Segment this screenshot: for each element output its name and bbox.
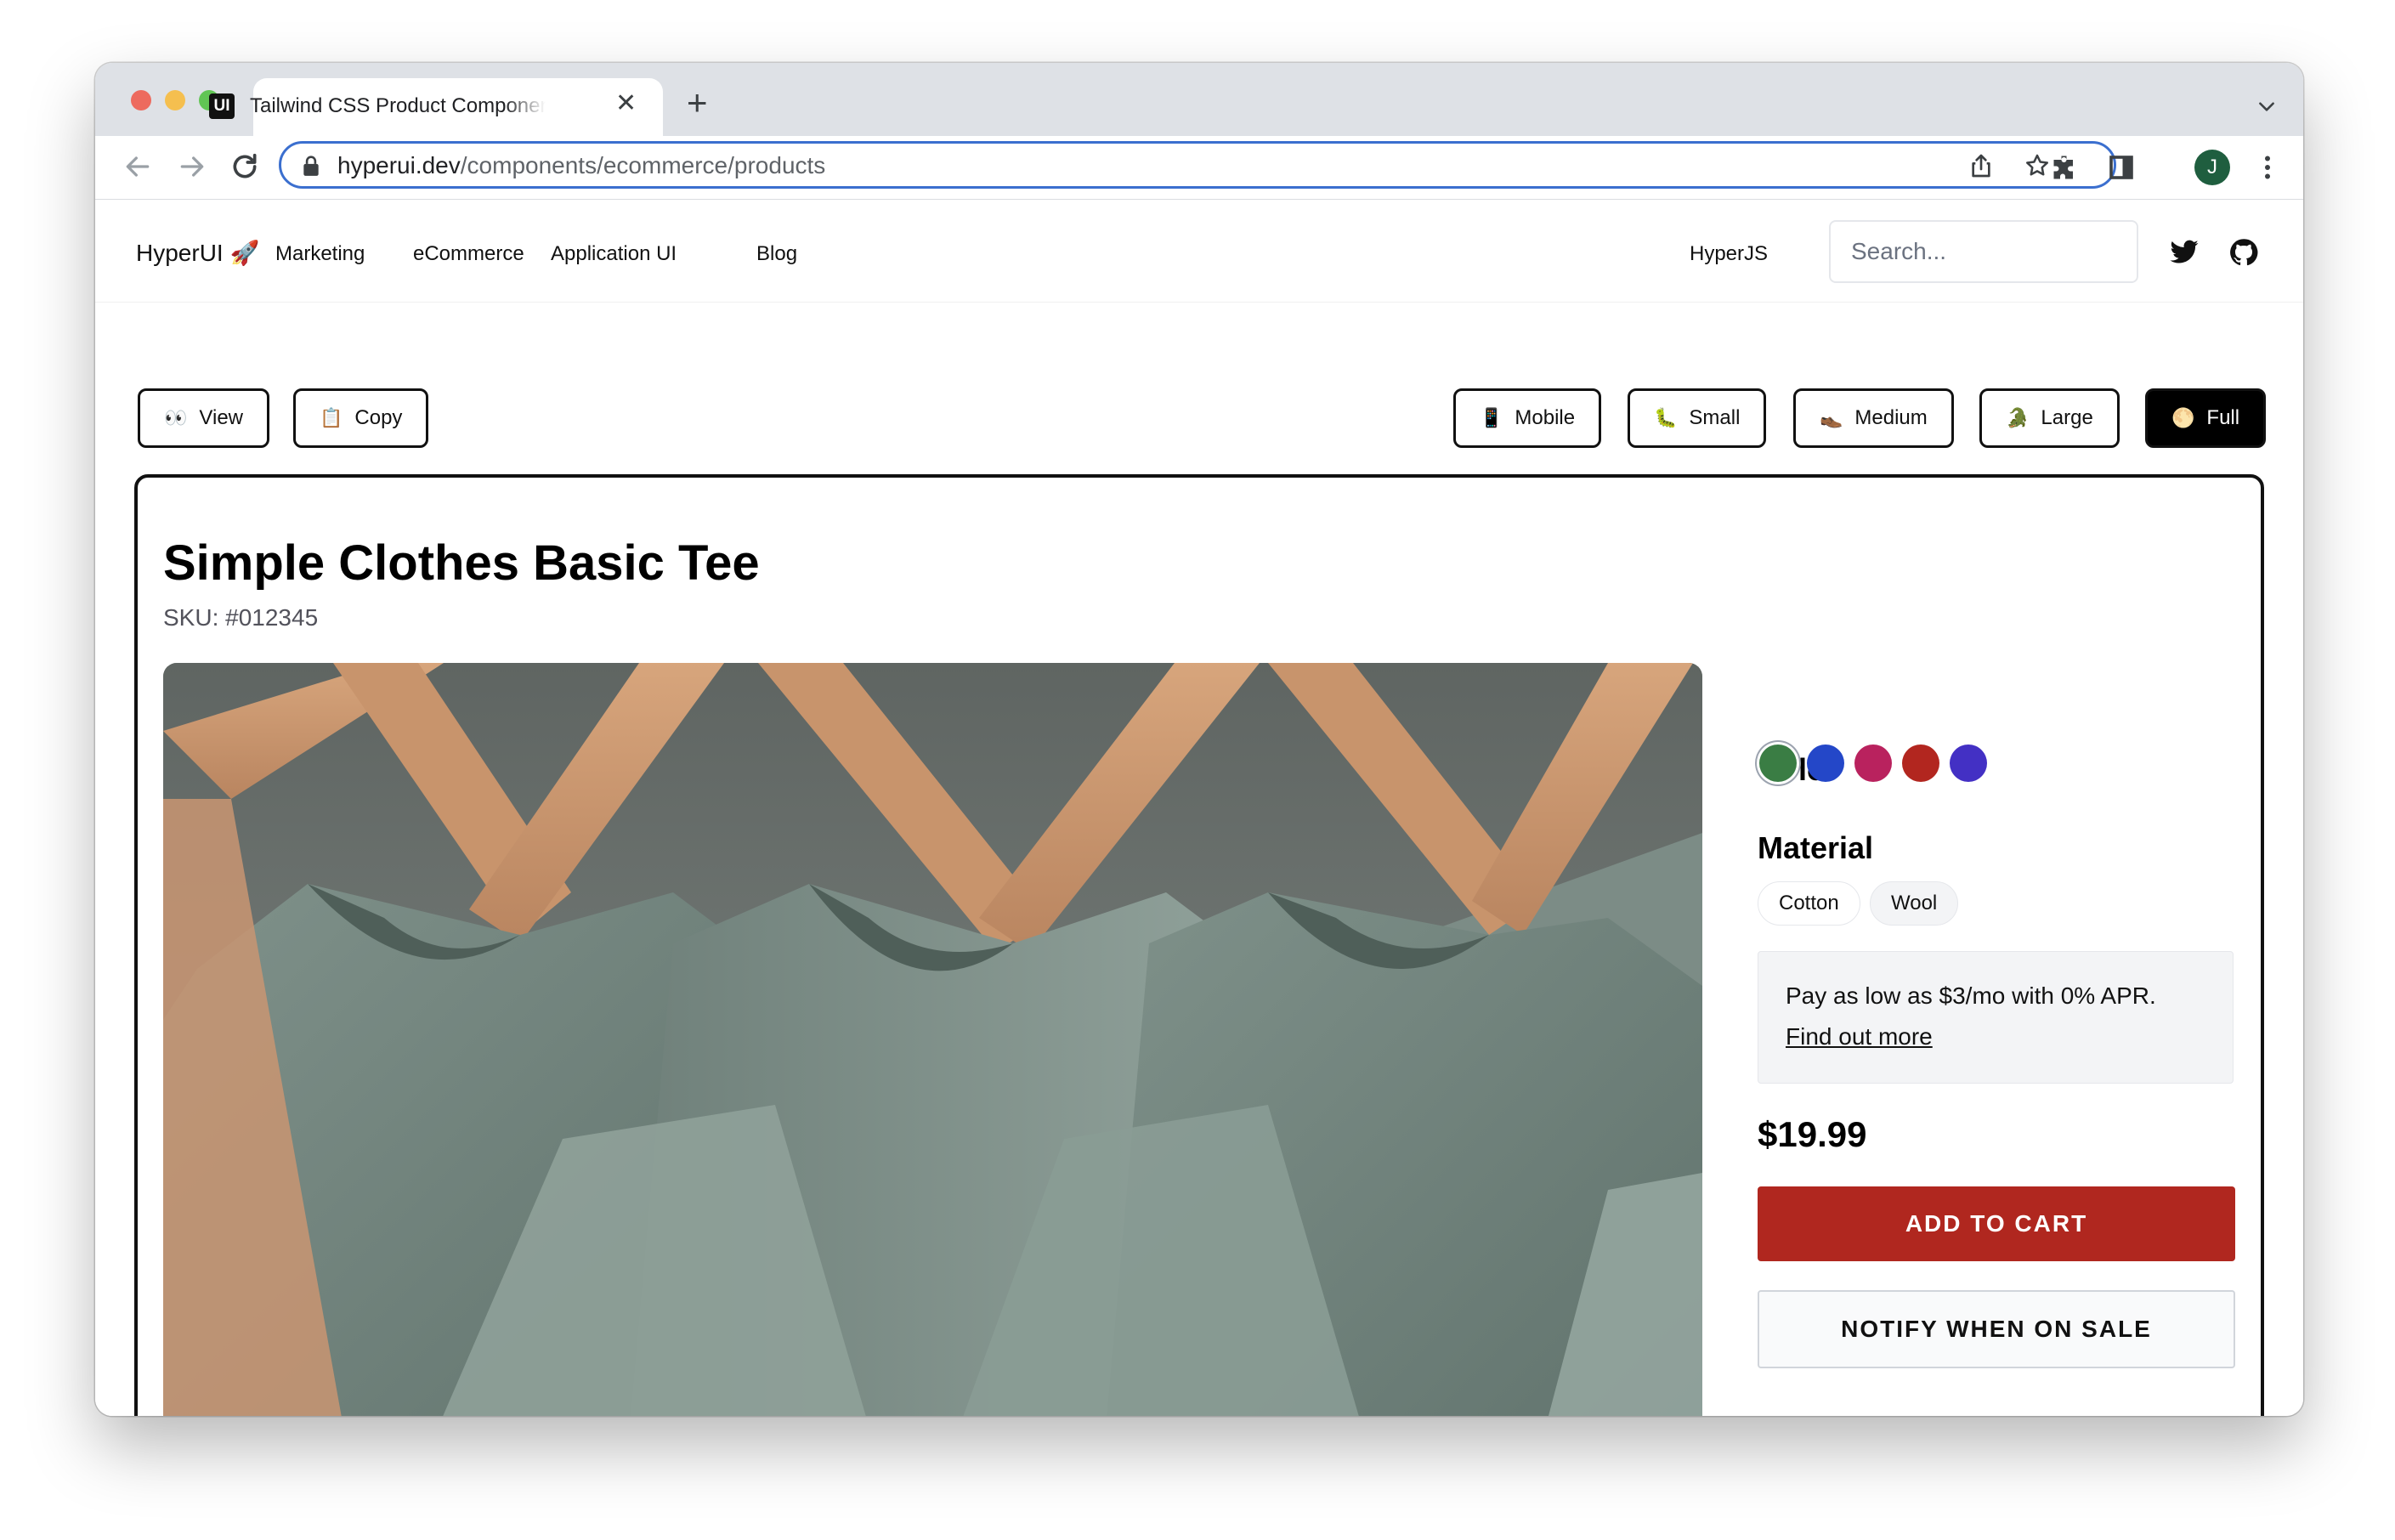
back-arrow-icon[interactable] (121, 150, 155, 184)
product-sku: SKU: #012345 (163, 604, 319, 631)
url-path: /components/ecommerce/products (460, 152, 826, 178)
nav-link-marketing[interactable]: Marketing (275, 242, 365, 266)
color-swatch-green[interactable] (1759, 745, 1797, 782)
size-medium-button[interactable]: 👞 Medium (1793, 388, 1954, 448)
clipboard-icon: 📋 (320, 407, 343, 428)
material-option-cotton[interactable]: Cotton (1758, 881, 1860, 926)
close-tab-icon[interactable]: ✕ (615, 88, 637, 118)
full-moon-icon: 🌕 (2171, 407, 2195, 428)
copy-button-label: Copy (354, 406, 403, 429)
copy-button[interactable]: 📋 Copy (293, 388, 429, 448)
eyes-icon: 👀 (164, 407, 188, 428)
product-price: $19.99 (1758, 1114, 1867, 1154)
mobile-phone-icon: 📱 (1480, 407, 1503, 428)
find-out-more-link[interactable]: Find out more (1786, 1023, 1933, 1050)
nav-link-application-ui[interactable]: Application UI (551, 242, 677, 266)
address-bar[interactable]: hyperui.dev/components/ecommerce/product… (279, 141, 2116, 189)
nav-link-hyperjs[interactable]: HyperJS (1690, 242, 1768, 266)
tshirts-on-hangers-illustration (163, 663, 1702, 1416)
size-full-button[interactable]: 🌕 Full (2145, 388, 2267, 448)
notify-when-on-sale-button[interactable]: NOTIFY WHEN ON SALE (1758, 1290, 2235, 1368)
tab-strip: UI Tailwind CSS Product Components | Hyp… (95, 63, 2303, 136)
page-content: HyperUI 🚀 Marketing eCommerce Applicatio… (95, 200, 2303, 1416)
color-swatch-blue[interactable] (1807, 745, 1844, 782)
color-swatch-indigo[interactable] (1950, 745, 1987, 782)
size-medium-label: Medium (1854, 406, 1928, 429)
chevron-down-icon[interactable] (2256, 95, 2278, 117)
view-button[interactable]: 👀 View (138, 388, 269, 448)
share-icon[interactable] (1968, 152, 1995, 179)
twitter-icon[interactable] (2169, 237, 2200, 268)
material-option-wool[interactable]: Wool (1870, 881, 1959, 926)
lock-icon (303, 156, 319, 176)
size-large-button[interactable]: 🐊 Large (1979, 388, 2120, 448)
browser-toolbar: hyperui.dev/components/ecommerce/product… (95, 136, 2303, 200)
reload-icon[interactable] (228, 150, 262, 184)
url-host: hyperui.dev (337, 152, 461, 178)
tab-title: Tailwind CSS Product Components | HyperU… (250, 94, 546, 117)
size-small-button[interactable]: 🐛 Small (1628, 388, 1767, 448)
more-menu-icon[interactable] (2252, 152, 2283, 183)
extensions-puzzle-icon[interactable] (2050, 152, 2081, 183)
site-header: HyperUI 🚀 Marketing eCommerce Applicatio… (95, 200, 2303, 303)
size-mobile-label: Mobile (1515, 406, 1576, 429)
side-panel-icon[interactable] (2106, 152, 2137, 183)
browser-window: UI Tailwind CSS Product Components | Hyp… (95, 63, 2303, 1416)
search-input[interactable] (1829, 220, 2138, 283)
nav-link-ecommerce[interactable]: eCommerce (413, 242, 524, 266)
view-button-label: View (199, 406, 243, 429)
financing-text: Pay as low as $3/mo with 0% APR. (1786, 982, 2156, 1009)
color-swatch-pink[interactable] (1854, 745, 1892, 782)
github-icon[interactable] (2228, 237, 2259, 268)
url-text: hyperui.dev/components/ecommerce/product… (337, 152, 825, 179)
product-title: Simple Clothes Basic Tee (163, 535, 760, 591)
nav-link-blog[interactable]: Blog (756, 242, 797, 266)
new-tab-icon[interactable]: + (687, 85, 708, 121)
material-heading: Material (1758, 830, 1874, 865)
size-large-label: Large (2041, 406, 2093, 429)
product-photo (163, 663, 1702, 1416)
close-window-dot[interactable] (131, 90, 151, 110)
size-mobile-button[interactable]: 📱 Mobile (1453, 388, 1602, 448)
minimize-window-dot[interactable] (165, 90, 185, 110)
profile-avatar[interactable]: J (2194, 150, 2230, 185)
forward-arrow-icon[interactable] (175, 150, 209, 184)
bookmark-star-icon[interactable] (2024, 152, 2051, 179)
site-logo[interactable]: HyperUI 🚀 (136, 239, 259, 267)
color-swatch-red[interactable] (1902, 745, 1939, 782)
crocodile-icon: 🐊 (2006, 407, 2030, 428)
caterpillar-icon: 🐛 (1654, 407, 1678, 428)
size-full-label: Full (2206, 406, 2240, 429)
add-to-cart-button[interactable]: ADD TO CART (1758, 1186, 2235, 1261)
favicon-icon: UI (209, 93, 235, 119)
financing-box: Pay as low as $3/mo with 0% APR. Find ou… (1758, 951, 2234, 1084)
shoe-icon: 👞 (1820, 407, 1843, 428)
size-small-label: Small (1689, 406, 1741, 429)
